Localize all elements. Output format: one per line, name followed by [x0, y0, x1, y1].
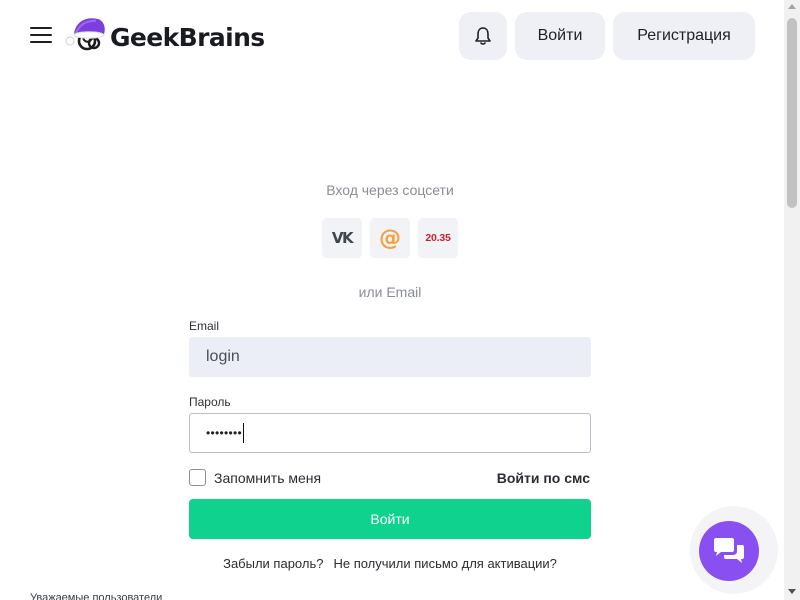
2035-login-button[interactable]: 20.35 — [418, 218, 458, 258]
header: GeekBrains Войти Регистрация — [0, 0, 784, 72]
menu-icon[interactable] — [30, 27, 52, 45]
remember-me-checkbox[interactable] — [189, 469, 206, 486]
social-login-buttons: VK @ 20.35 — [322, 218, 458, 258]
register-button[interactable]: Регистрация — [613, 12, 755, 60]
password-field[interactable]: •••••••• — [189, 413, 591, 453]
password-label: Пароль — [189, 395, 231, 409]
notifications-button[interactable] — [459, 12, 507, 60]
scroll-up-arrow-icon[interactable] — [788, 4, 796, 9]
brand-name: GeekBrains — [110, 22, 265, 52]
password-value: •••••••• — [206, 426, 243, 440]
forgot-password-link[interactable]: Забыли пароль? — [223, 556, 323, 571]
logo[interactable]: GeekBrains — [64, 8, 265, 56]
or-email-divider: или Email — [358, 284, 422, 300]
notice-text: Уважаемые пользователи — [30, 592, 163, 600]
mailru-login-button[interactable]: @ — [370, 218, 410, 258]
email-label: Email — [189, 319, 220, 333]
remember-me-label: Запомнить меня — [214, 469, 322, 486]
scrollbar-thumb[interactable] — [787, 18, 797, 208]
email-field[interactable]: login — [189, 337, 591, 377]
scroll-down-arrow-icon[interactable] — [788, 589, 796, 594]
text-caret — [243, 423, 245, 443]
sms-login-link[interactable]: Войти по смс — [497, 470, 590, 486]
vk-login-button[interactable]: VK — [322, 218, 362, 258]
no-activation-link[interactable]: Не получили письмо для активации? — [333, 556, 556, 571]
chat-widget — [690, 506, 778, 594]
scrollbar[interactable] — [784, 0, 800, 600]
login-button[interactable]: Войти — [515, 12, 605, 60]
help-links: Забыли пароль? Не получили письмо для акт… — [0, 556, 780, 571]
chat-button[interactable] — [699, 521, 759, 581]
2035-icon: 20.35 — [425, 232, 451, 244]
vk-icon: VK — [331, 229, 354, 247]
bell-icon — [475, 27, 491, 45]
email-value: login — [206, 348, 240, 365]
social-login-title: Вход через соцсети — [326, 182, 454, 198]
mailru-icon: @ — [379, 225, 401, 251]
remember-me[interactable]: Запомнить меня — [189, 469, 321, 486]
logo-icon — [64, 10, 108, 54]
chat-bubbles-icon — [714, 538, 744, 563]
submit-login-button[interactable]: Войти — [189, 499, 591, 539]
